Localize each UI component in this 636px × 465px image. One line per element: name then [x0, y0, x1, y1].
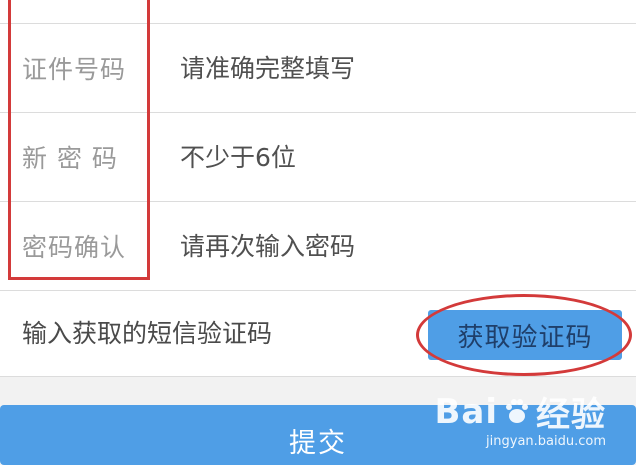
id-number-input[interactable] [178, 42, 626, 94]
new-password-input[interactable] [178, 131, 626, 183]
new-password-label: 新 密 码 [22, 144, 118, 173]
submit-button[interactable]: 提交 [0, 405, 636, 465]
sms-code-input[interactable] [20, 307, 406, 360]
get-code-button[interactable]: 获取验证码 [428, 310, 622, 360]
confirm-password-label: 密码确认 [22, 233, 127, 262]
confirm-password-input[interactable] [178, 220, 626, 272]
previous-row-edge [0, 0, 636, 24]
sms-code-row: 获取验证码 [0, 291, 636, 377]
id-number-row: 证件号码 [0, 24, 636, 113]
new-password-row: 新 密 码 [0, 113, 636, 202]
id-number-label: 证件号码 [22, 55, 127, 84]
confirm-password-row: 密码确认 [0, 202, 636, 291]
reset-password-form: 证件号码 新 密 码 密码确认 获取验证码 [0, 0, 636, 377]
